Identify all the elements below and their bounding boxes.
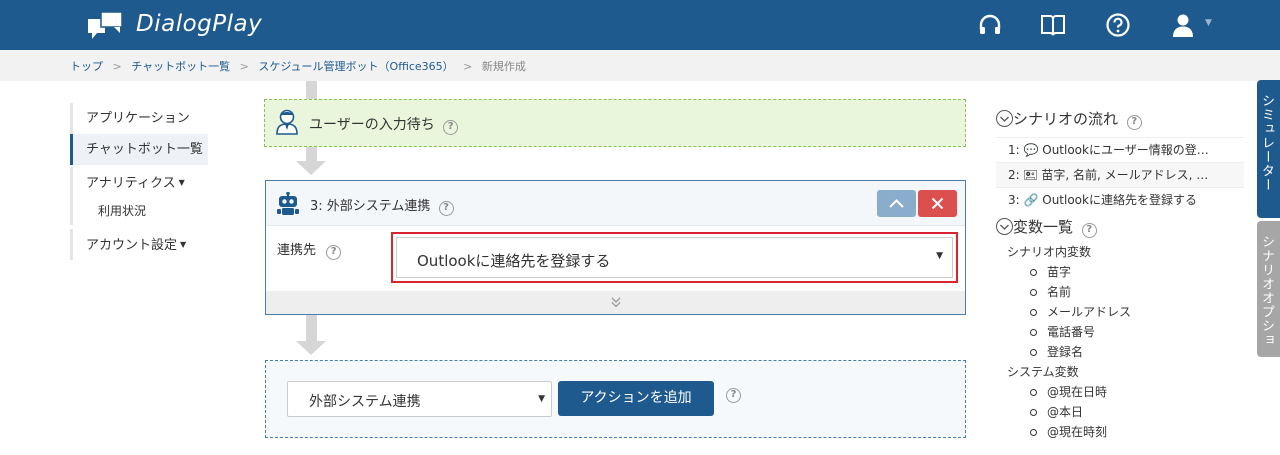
flow-arrow-icon: [296, 161, 326, 175]
help-icon[interactable]: ?: [443, 120, 459, 135]
flow-connector: [306, 81, 317, 99]
brand-name[interactable]: DialogPlay: [136, 11, 262, 37]
sidebar-item-analytics-label: アナリティクス: [86, 176, 176, 191]
scenario-options-tab[interactable]: シナリオオプション: [1240, 221, 1280, 357]
variable-item: 名前: [996, 282, 1244, 302]
step-title-label: 3: 外部システム連携: [310, 199, 431, 214]
wait-step-title: ユーザーの入力待ち ?: [309, 114, 459, 135]
collapse-chevron-icon: [996, 218, 1013, 235]
simulator-tab-label: シミュレーター: [1259, 94, 1274, 192]
robot-icon: [277, 192, 299, 215]
add-action-area: 外部システム連携 ▼ アクションを追加 ?: [265, 360, 966, 438]
wait-input-step[interactable]: ユーザーの入力待ち ?: [264, 99, 966, 147]
variable-item: @本日: [996, 402, 1244, 422]
sidebar-item-account[interactable]: アカウント設定 ▼: [70, 229, 210, 260]
variable-name: 登録名: [1047, 345, 1084, 359]
delete-button[interactable]: [918, 190, 957, 217]
help-icon[interactable]: ?: [1126, 115, 1142, 130]
breadcrumb-bot[interactable]: スケジュール管理ボット（Office365）: [258, 60, 453, 73]
flow-item-3[interactable]: 3: 🔗 Outlookに連絡先を登録する: [996, 188, 1244, 213]
close-icon: [931, 197, 944, 210]
variable-name: 電話番号: [1047, 325, 1096, 339]
breadcrumb-sep: >: [239, 60, 249, 73]
sidebar-item-analytics[interactable]: アナリティクス ▼: [70, 167, 210, 198]
right-panel: シナリオの流れ ? 1: 💬 Outlookにユーザー情報の登… 2: 🖭 苗字…: [996, 108, 1244, 442]
user-menu-caret-icon[interactable]: ▼: [1205, 18, 1212, 28]
user-icon[interactable]: [1170, 12, 1196, 38]
flow-connector: [306, 147, 317, 162]
sidebar-item-usage[interactable]: 利用状況: [70, 198, 210, 225]
scenario-flow-header[interactable]: シナリオの流れ ?: [996, 108, 1244, 130]
caret-down-icon: ▼: [180, 240, 187, 249]
flow-connector: [306, 315, 317, 342]
variable-name: メールアドレス: [1047, 305, 1132, 319]
scenario-flow-title: シナリオの流れ: [1013, 110, 1119, 128]
action-type-value: 外部システム連携: [309, 394, 421, 410]
add-action-button[interactable]: アクションを追加: [558, 381, 714, 416]
variable-item: 苗字: [996, 262, 1244, 282]
variable-item: 登録名: [996, 342, 1244, 362]
sidebar-item-account-label: アカウント設定: [86, 238, 178, 253]
step-header: 3: 外部システム連携 ?: [266, 181, 965, 226]
variables-title: 変数一覧: [1013, 218, 1074, 236]
flow-arrow-icon: [296, 341, 326, 355]
breadcrumb: トップ > チャットボット一覧 > スケジュール管理ボット（Office365）…: [70, 58, 526, 74]
wait-step-label: ユーザーの入力待ち: [309, 117, 435, 133]
variables-header[interactable]: 変数一覧 ?: [996, 216, 1244, 238]
flow-item-1[interactable]: 1: 💬 Outlookにユーザー情報の登…: [996, 138, 1244, 163]
variable-item: メールアドレス: [996, 302, 1244, 322]
breadcrumb-sep: >: [112, 60, 122, 73]
collapse-chevron-icon: [996, 110, 1013, 127]
sidebar-item-chatbots[interactable]: チャットボット一覧: [70, 134, 208, 165]
target-select[interactable]: Outlookに連絡先を登録する ▼: [396, 237, 953, 278]
breadcrumb-top[interactable]: トップ: [70, 60, 103, 73]
logo-icon[interactable]: [88, 10, 124, 40]
variable-name: @現在日時: [1047, 385, 1108, 399]
external-system-step: 3: 外部システム連携 ? 連携先 ? Outlookに連絡先を登録する ▼: [265, 180, 966, 315]
scenario-vars-label: シナリオ内変数: [1007, 245, 1092, 259]
caret-down-icon: ▼: [178, 178, 185, 187]
step-title: 3: 外部システム連携 ?: [310, 195, 454, 216]
target-select-value: Outlookに連絡先を登録する: [417, 252, 611, 270]
breadcrumb-chatbots[interactable]: チャットボット一覧: [131, 60, 230, 73]
variables-list: シナリオ内変数 苗字 名前 メールアドレス 電話番号 登録名 システム変数 @現…: [996, 242, 1244, 442]
target-label: 連携先 ?: [277, 239, 342, 260]
help-icon[interactable]: ?: [726, 388, 741, 403]
scenario-options-tab-label: シナリオオプション: [1240, 235, 1274, 347]
system-vars-label: システム変数: [1007, 365, 1079, 379]
variable-name: 名前: [1047, 285, 1072, 299]
double-chevron-down-icon: [611, 297, 621, 308]
breadcrumb-current: 新規作成: [481, 60, 526, 73]
book-icon[interactable]: [1040, 12, 1066, 38]
sidebar-nav: アプリケーション チャットボット一覧 アナリティクス ▼ 利用状況 アカウント設定…: [70, 103, 210, 260]
help-icon[interactable]: ?: [438, 201, 454, 216]
caret-down-icon: ▼: [538, 394, 545, 404]
target-label-text: 連携先: [277, 243, 317, 258]
scenario-flow-list: 1: 💬 Outlookにユーザー情報の登… 2: 🖭 苗字, 名前, メールア…: [996, 137, 1244, 213]
help-icon[interactable]: [1105, 12, 1131, 38]
variable-name: 苗字: [1047, 265, 1072, 279]
variable-item: 電話番号: [996, 322, 1244, 342]
user-avatar-icon: [276, 109, 298, 135]
move-up-button[interactable]: [877, 190, 916, 217]
variable-item: @現在日時: [996, 382, 1244, 402]
help-icon[interactable]: ?: [1081, 223, 1097, 238]
variable-name: @現在時刻: [1047, 425, 1108, 439]
variable-name: @本日: [1047, 405, 1084, 419]
sidebar-item-applications[interactable]: アプリケーション: [70, 103, 210, 134]
simulator-tab[interactable]: シミュレーター: [1257, 80, 1280, 218]
caret-down-icon: ▼: [936, 251, 943, 261]
breadcrumb-sep: >: [463, 60, 473, 73]
chevron-up-icon: [889, 199, 904, 208]
target-select-highlight: Outlookに連絡先を登録する ▼: [391, 232, 958, 283]
action-type-select[interactable]: 外部システム連携 ▼: [287, 381, 552, 417]
breadcrumb-bar: トップ > チャットボット一覧 > スケジュール管理ボット（Office365）…: [0, 50, 1280, 81]
expand-toggle[interactable]: [266, 291, 965, 314]
app-header: DialogPlay ▼: [0, 0, 1280, 50]
help-icon[interactable]: ?: [326, 245, 342, 260]
flow-item-2[interactable]: 2: 🖭 苗字, 名前, メールアドレス, …: [996, 163, 1244, 188]
variable-item: @現在時刻: [996, 422, 1244, 442]
headset-icon[interactable]: [977, 12, 1003, 38]
